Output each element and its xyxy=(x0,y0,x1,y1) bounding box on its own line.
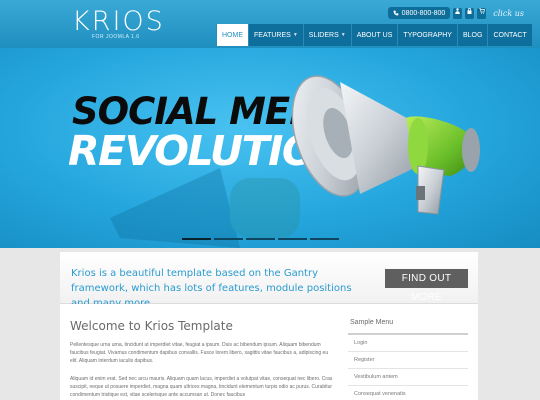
page: KRIOS FOR JOOMLA 1.6 0800-800-800 click … xyxy=(0,0,540,400)
top-bar: 0800-800-800 click us xyxy=(387,7,524,19)
nav-features[interactable]: FEATURES ▼ xyxy=(248,24,303,46)
find-out-more-button[interactable]: FIND OUT MORE xyxy=(385,269,468,303)
menu-item-login[interactable]: Login xyxy=(348,335,468,352)
intro-band: Krios is a beautiful template based on t… xyxy=(60,252,478,309)
paragraph-1: Pellentesque urna urna, tincidunt ut imp… xyxy=(70,342,329,364)
user-icon[interactable] xyxy=(453,7,463,19)
slider-dot-3[interactable] xyxy=(246,238,275,240)
page-title: Welcome to Krios Template xyxy=(70,319,233,333)
menu-item-register[interactable]: Register xyxy=(348,352,468,369)
logo-subtitle: FOR JOOMLA 1.6 xyxy=(92,34,140,40)
chevron-down-icon: ▼ xyxy=(340,32,346,38)
main-nav: HOME FEATURES ▼ SLIDERS ▼ ABOUT US TYPOGRA… xyxy=(216,24,532,46)
nav-home-label: HOME xyxy=(222,31,243,39)
nav-sliders[interactable]: SLIDERS ▼ xyxy=(302,24,351,46)
nav-contact[interactable]: CONTACT xyxy=(487,24,532,46)
nav-home[interactable]: HOME xyxy=(216,24,248,46)
nav-about-label: ABOUT US xyxy=(356,31,393,39)
nav-blog[interactable]: BLOG xyxy=(456,24,488,46)
slider-dot-1[interactable] xyxy=(182,238,211,240)
nav-about-us[interactable]: ABOUT US xyxy=(350,24,398,46)
nav-typography-label: TYPOGRAPHY xyxy=(403,31,452,39)
megaphone-image xyxy=(291,75,480,215)
click-us-link[interactable]: click us xyxy=(493,9,524,18)
menu-item-vestibulum[interactable]: Vestibulum antem xyxy=(348,369,468,386)
paragraph-2: Aliquam id enim erat. Sed nec arcu mauri… xyxy=(70,376,333,398)
sample-menu-title: Sample Menu xyxy=(348,316,468,335)
lock-icon[interactable] xyxy=(465,7,475,19)
nav-contact-label: CONTACT xyxy=(493,31,527,39)
hero-slider[interactable]: SOCIAL MEDIA REVOLUTION xyxy=(0,48,540,248)
nav-features-label: FEATURES xyxy=(254,31,291,39)
slider-dot-5[interactable] xyxy=(310,238,339,240)
logo[interactable]: KRIOS xyxy=(72,6,165,37)
chevron-down-icon: ▼ xyxy=(292,32,298,38)
main-content: Welcome to Krios Template Pellentesque u… xyxy=(60,304,478,400)
slider-dot-4[interactable] xyxy=(278,238,307,240)
phone-number: 0800-800-800 xyxy=(387,7,451,19)
phone-text: 0800-800-800 xyxy=(401,9,446,17)
nav-blog-label: BLOG xyxy=(462,31,483,39)
nav-sliders-label: SLIDERS xyxy=(308,31,339,39)
header: KRIOS FOR JOOMLA 1.6 0800-800-800 click … xyxy=(0,0,540,48)
menu-item-consequat[interactable]: Consequat venenatis xyxy=(348,386,468,400)
slider-pagination xyxy=(182,238,339,240)
cart-icon[interactable] xyxy=(477,7,487,19)
sample-menu: Sample Menu Login Register Vestibulum an… xyxy=(348,316,468,400)
slider-dot-2[interactable] xyxy=(214,238,243,240)
nav-typography[interactable]: TYPOGRAPHY xyxy=(397,24,457,46)
phone-icon xyxy=(393,10,399,16)
